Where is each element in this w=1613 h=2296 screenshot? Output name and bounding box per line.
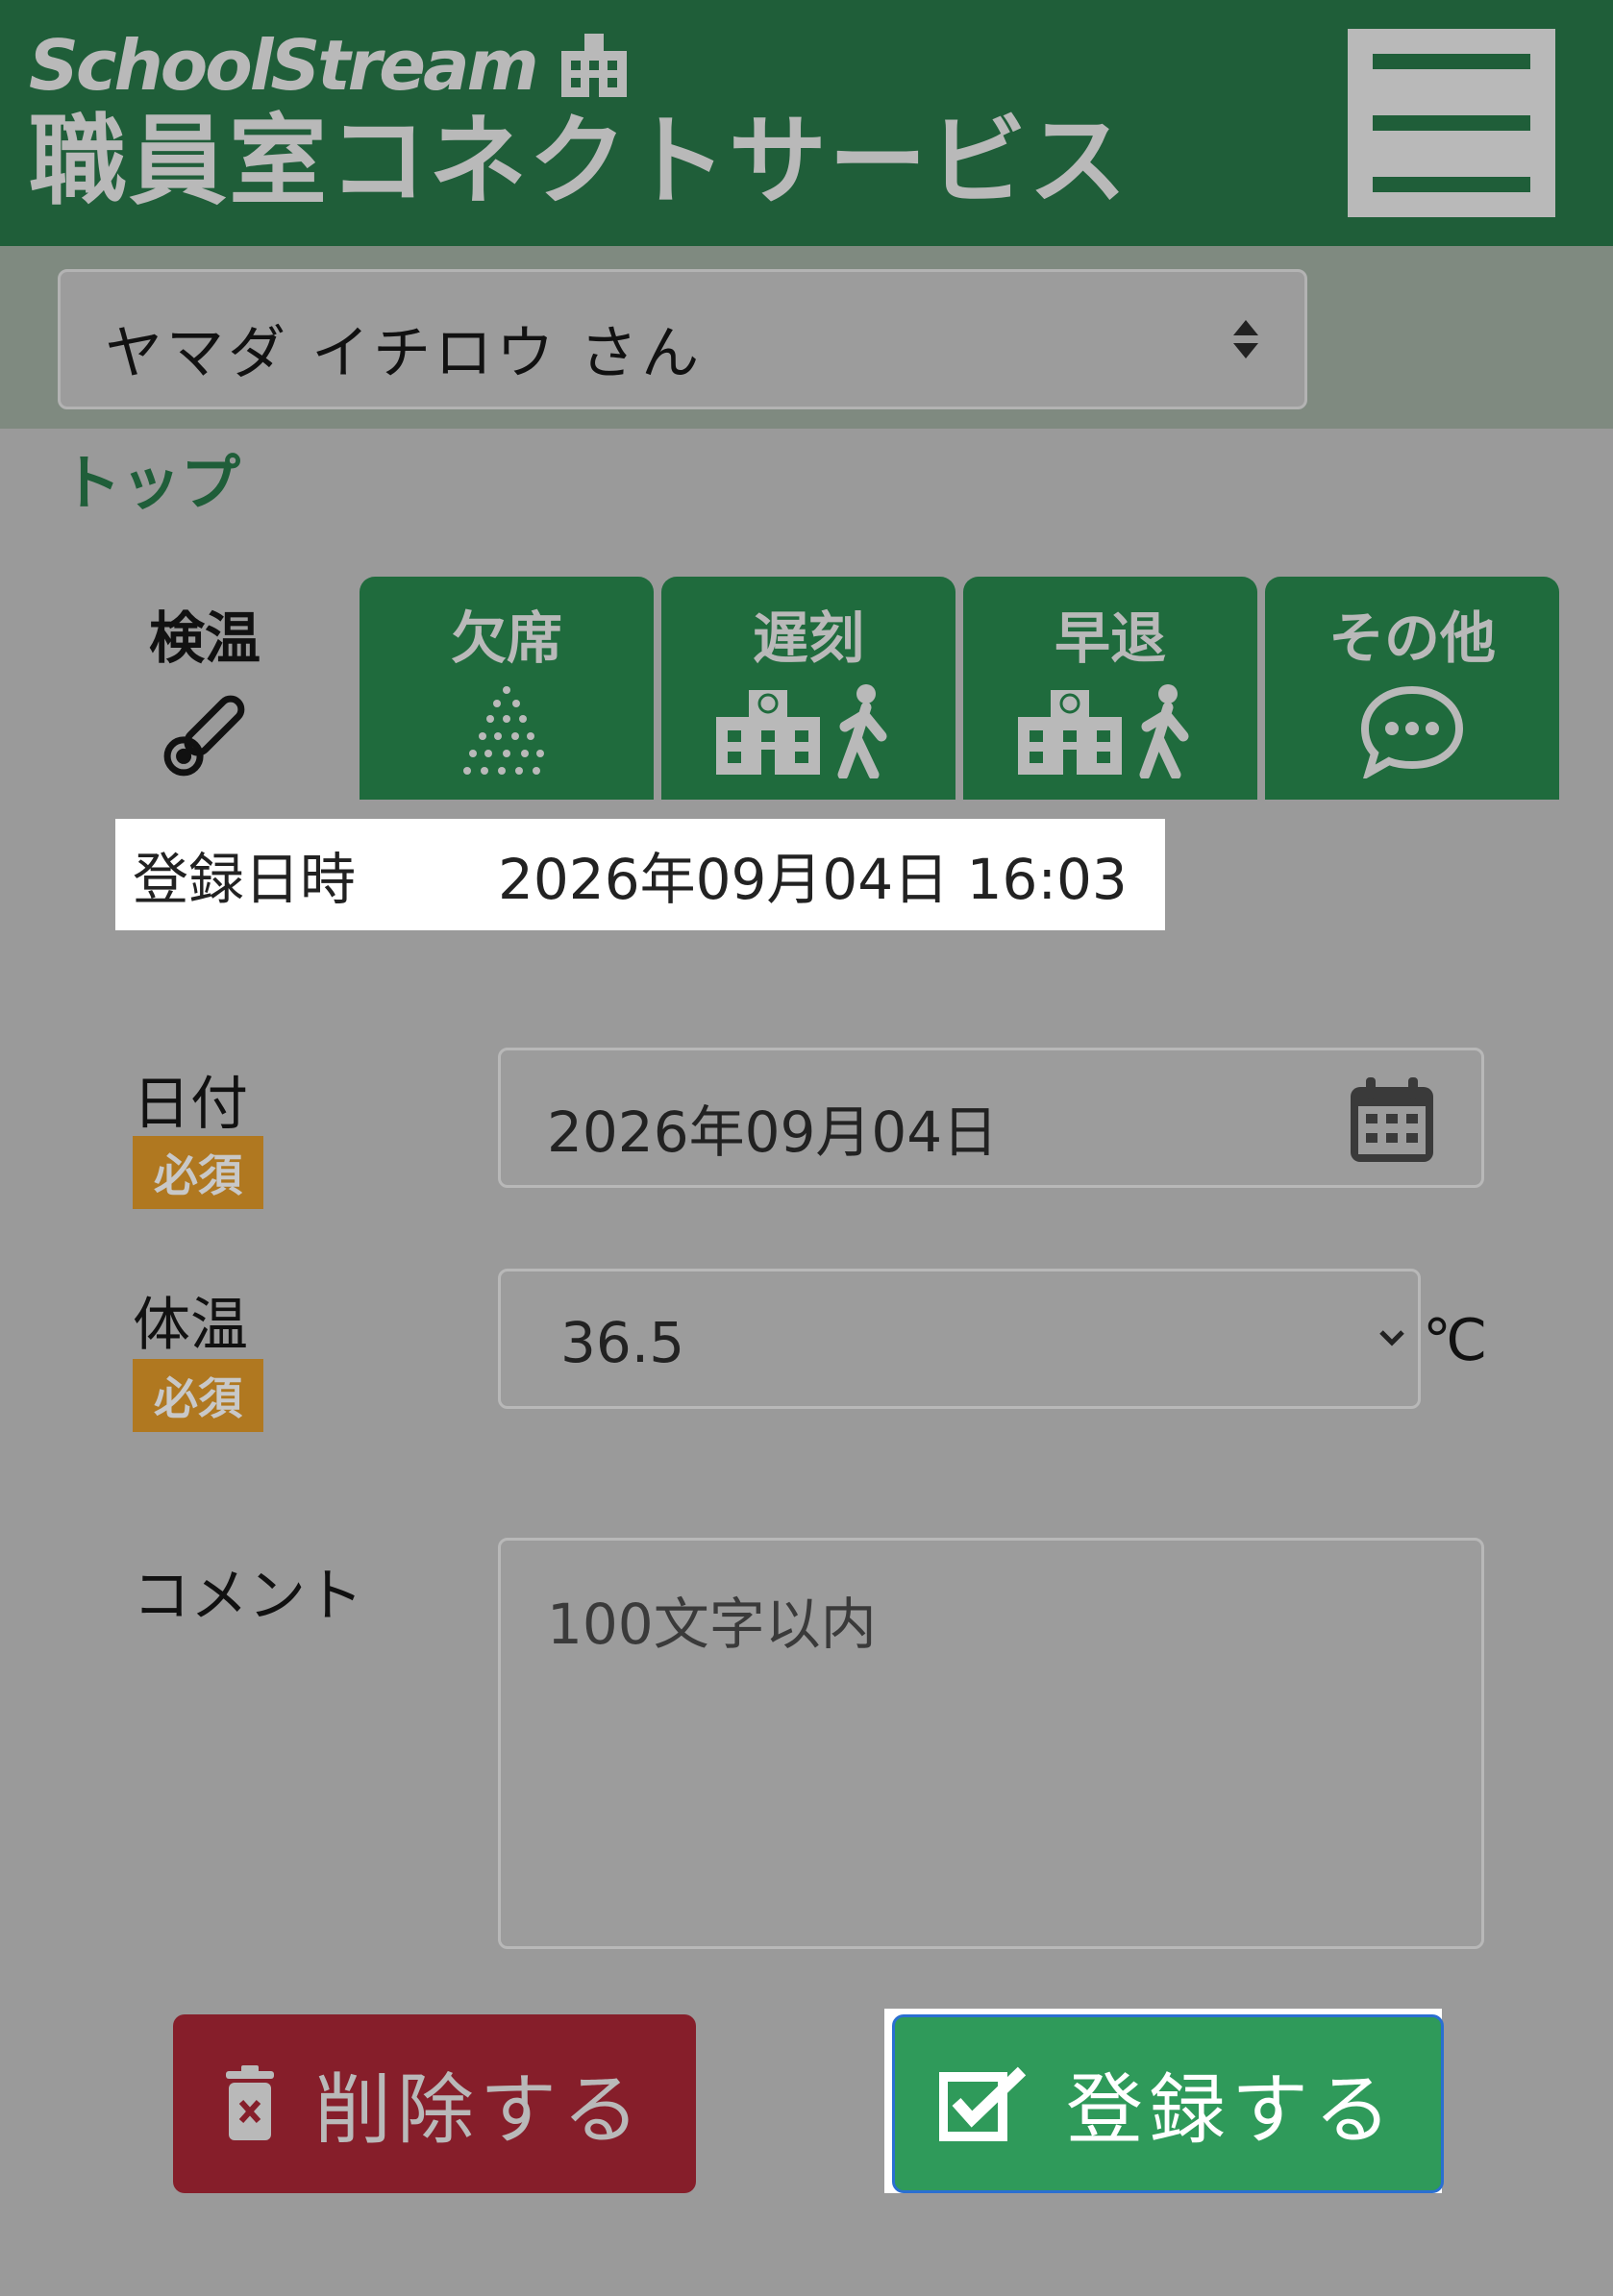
hamburger-bar (1373, 177, 1530, 192)
register-button[interactable]: 登録する (892, 2014, 1444, 2193)
register-button-label: 登録する (1066, 2065, 1397, 2155)
calendar-icon[interactable] (1347, 1075, 1437, 1166)
tab-label: 早退 (1054, 605, 1166, 671)
chevron-down-icon (1379, 1330, 1404, 1346)
checkbox-check-icon (939, 2066, 1027, 2141)
hamburger-menu-button[interactable] (1348, 29, 1555, 217)
temperature-select[interactable]: 36.5 (498, 1269, 1421, 1409)
date-label: 日付 (133, 1071, 248, 1138)
school-building-icon (560, 34, 627, 97)
temperature-select-value: 36.5 (560, 1310, 685, 1375)
tab-label: 遅刻 (752, 605, 864, 671)
brand-service-name: 職員室コネクトサービス (29, 105, 1129, 219)
temperature-unit: ℃ (1423, 1307, 1488, 1374)
tab-absence[interactable]: 欠席 (360, 577, 654, 802)
hamburger-bar (1373, 115, 1530, 131)
student-select-value: ヤマダ イチロウ さん (105, 320, 704, 387)
app-header: SchoolStream 職員室コネクトサービス (0, 0, 1613, 246)
tab-label: 欠席 (450, 605, 562, 671)
student-select-band: ヤマダ イチロウ さん (0, 246, 1613, 429)
tab-late[interactable]: 遅刻 (661, 577, 955, 802)
required-badge: 必須 (133, 1136, 263, 1209)
breadcrumb-top[interactable]: トップ (62, 434, 240, 521)
comment-placeholder: 100文字以内 (547, 1592, 877, 1657)
tab-other[interactable]: その他 (1265, 577, 1559, 802)
comment-textarea[interactable]: 100文字以内 (498, 1538, 1484, 1949)
delete-button-label: 削除する (314, 2065, 645, 2155)
registered-value: 2026年09月04日 16:03 (498, 847, 1128, 912)
temperature-label: 体温 (133, 1292, 248, 1359)
date-input-value: 2026年09月04日 (547, 1099, 999, 1165)
brand-logo: SchoolStream 職員室コネクトサービス (29, 27, 1129, 219)
student-select[interactable]: ヤマダ イチロウ さん (58, 269, 1307, 409)
delete-button[interactable]: 削除する (173, 2014, 696, 2193)
tab-label: 検温 (148, 605, 261, 671)
absence-dots-icon (463, 686, 544, 775)
brand-top-text: SchoolStream (29, 25, 539, 106)
registered-label: 登録日時 (133, 847, 357, 912)
school-walker-icon (716, 684, 887, 778)
registered-datetime-box: 登録日時 2026年09月04日 16:03 (115, 819, 1165, 930)
required-badge: 必須 (133, 1359, 263, 1432)
speech-bubble-icon (1360, 685, 1464, 778)
comment-label: コメント (133, 1563, 363, 1630)
tab-label: その他 (1328, 605, 1496, 671)
school-walker-icon (1018, 684, 1189, 778)
tab-early-leave[interactable]: 早退 (963, 577, 1257, 802)
thermometer-icon (163, 695, 245, 777)
hamburger-menu-icon (1373, 54, 1530, 69)
tab-temperature[interactable]: 検温 (58, 577, 352, 802)
select-arrows-icon (1233, 320, 1258, 358)
date-input[interactable]: 2026年09月04日 (498, 1048, 1484, 1188)
trash-icon (226, 2065, 274, 2140)
